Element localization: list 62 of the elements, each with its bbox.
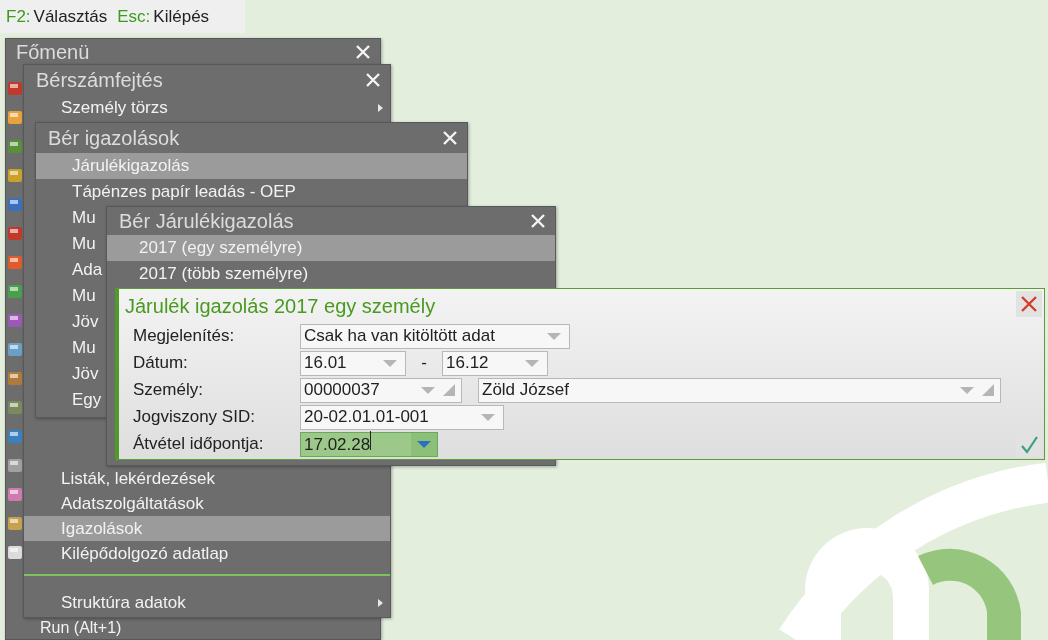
- app-icon[interactable]: [7, 456, 23, 473]
- app-icon[interactable]: [7, 485, 23, 502]
- field-label: Jogviszony SID:: [133, 406, 256, 428]
- dropdown-field[interactable]: 20-02.01.01-001: [300, 404, 504, 430]
- dropdown-arrow-icon: [421, 386, 435, 396]
- range-dash: -: [420, 352, 428, 375]
- shortcut-hint: Esc: Kilépés: [117, 5, 210, 28]
- app-icon[interactable]: [7, 282, 23, 299]
- close-icon: [364, 71, 382, 89]
- app-icon[interactable]: [7, 398, 23, 415]
- menu-item[interactable]: Tápénzes papír leadás - OEP: [36, 179, 467, 205]
- menu-item[interactable]: Adatszolgáltatások: [24, 491, 390, 516]
- app-icon[interactable]: [7, 340, 23, 357]
- app-icon[interactable]: [7, 514, 23, 531]
- menu-item[interactable]: Listák, lekérdezések: [24, 466, 390, 491]
- app-icon[interactable]: [7, 427, 23, 444]
- dropdown-field[interactable]: 16.12: [442, 350, 548, 376]
- window-title: Bér igazolások: [48, 126, 180, 151]
- app-icon[interactable]: [7, 195, 23, 212]
- app-icon[interactable]: [7, 137, 23, 154]
- app-icon[interactable]: [7, 369, 23, 386]
- app-icon[interactable]: [7, 543, 23, 560]
- close-button[interactable]: [1016, 291, 1042, 317]
- app-icon[interactable]: [7, 224, 23, 241]
- dropdown-arrow-icon: [481, 413, 495, 423]
- dropdown-arrow-icon: [383, 359, 397, 369]
- close-icon: [529, 212, 547, 230]
- menu-item[interactable]: Kilépődolgozó adatlap: [24, 541, 390, 566]
- field-label: Dátum:: [133, 352, 189, 374]
- menu-item[interactable]: 2017 (több személyre): [107, 261, 555, 287]
- menu-item[interactable]: 2017 (egy személyre): [107, 235, 555, 261]
- app-icon[interactable]: [7, 108, 23, 125]
- close-icon: [1020, 295, 1038, 313]
- menu-item[interactable]: Run (Alt+1): [6, 617, 380, 639]
- app-icon[interactable]: [7, 311, 23, 328]
- close-icon: [354, 43, 372, 61]
- shortcut-hint: F2: Választás: [6, 5, 108, 28]
- field-label: Megjelenítés:: [133, 325, 236, 347]
- menu-item[interactable]: Struktúra adatok: [24, 590, 390, 615]
- field-label: Személy:: [133, 379, 204, 401]
- menu-item[interactable]: Járulékigazolás: [36, 153, 467, 179]
- dialog-title: Járulék igazolás 2017 egy személy: [124, 294, 436, 319]
- window-title: Főmenü: [16, 40, 90, 65]
- dropdown-arrow-icon: [547, 332, 561, 342]
- app-icon[interactable]: [7, 79, 23, 96]
- dropdown-field[interactable]: 00000037: [300, 377, 462, 403]
- dropdown-field[interactable]: 16.01: [300, 350, 406, 376]
- dropdown-arrow-icon: [417, 439, 431, 449]
- checkmark-icon: [1019, 434, 1039, 454]
- dropdown-arrow-icon: [960, 386, 974, 396]
- close-icon: [441, 129, 459, 147]
- field-label: Átvétel időpontja:: [133, 433, 265, 455]
- dropdown-arrow-icon: [525, 359, 539, 369]
- app-icon[interactable]: [7, 166, 23, 183]
- window-title: Bérszámfejtés: [36, 68, 163, 93]
- dropdown-field[interactable]: Zöld József: [478, 377, 1001, 403]
- window-title: Bér Járulékigazolás: [119, 209, 294, 234]
- app-icon[interactable]: [7, 253, 23, 270]
- menu-item[interactable]: Igazolások: [24, 516, 390, 541]
- dropdown-field[interactable]: Csak ha van kitöltött adat: [300, 323, 570, 349]
- dropdown-field[interactable]: 17.02.28: [300, 431, 438, 457]
- menu-item[interactable]: Személy törzs: [24, 95, 390, 120]
